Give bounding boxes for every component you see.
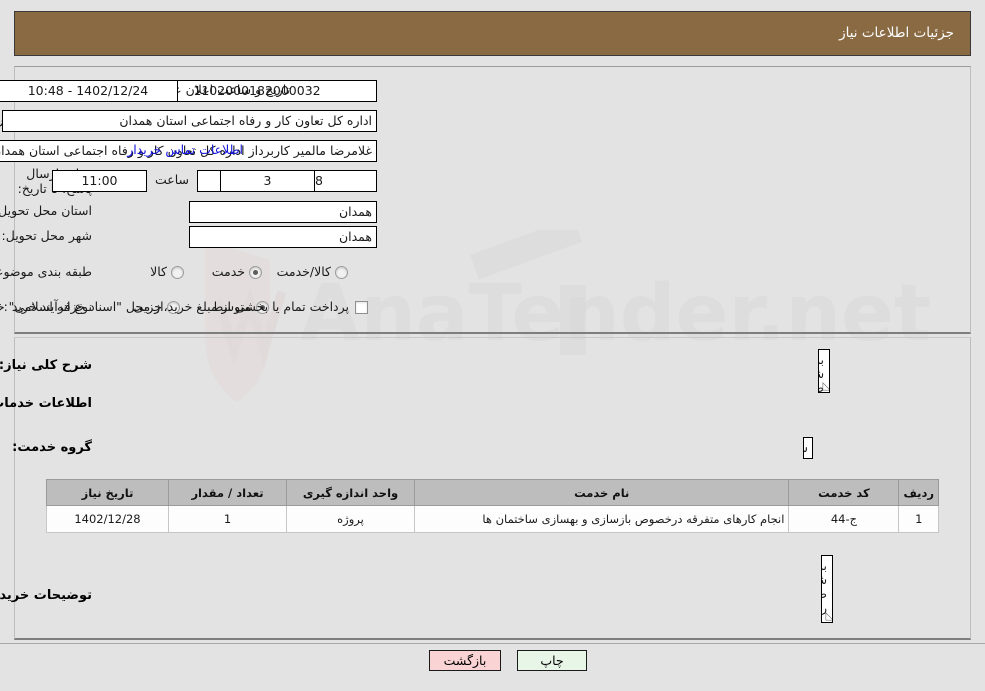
deadline-hour-value: 11:00 <box>52 170 147 192</box>
cell-row: 1 <box>898 505 939 533</box>
treasury-bonds-checkbox[interactable] <box>355 301 368 314</box>
services-table: ردیف کد خدمت نام خدمت واحد اندازه گیری ت… <box>46 479 939 533</box>
buyer-org-value: اداره کل تعاون کار و رفاه اجتماعی استان … <box>2 110 377 132</box>
services-heading: اطلاعات خدمات مورد نیاز <box>0 396 92 411</box>
hour-label: ساعت <box>154 172 189 187</box>
th-need-date: تاریخ نیاز <box>46 479 169 506</box>
buyer-contact-link[interactable]: اطلاعات تماس خریدار <box>127 142 243 157</box>
th-name: نام خدمت <box>413 479 790 506</box>
cell-unit: پروژه <box>286 505 415 533</box>
service-group-value: ساختمان <box>803 437 813 459</box>
footer-divider <box>0 643 985 644</box>
cell-code: ج-44 <box>788 505 900 533</box>
resize-grip-icon[interactable]: ◺ <box>821 380 829 391</box>
buyer-notes-label: توضیحات خریدار: <box>0 588 92 603</box>
radio-category-kala-khedmat-label: کالا/خدمت <box>276 264 331 279</box>
buyer-notes-textarea[interactable]: به شرح صورت ریز مندرج در برگه استعلام پی… <box>821 555 833 623</box>
delivery-province-label: استان محل تحویل: <box>0 203 92 218</box>
cell-name: انجام کارهای متفرقه درخصوص بازسازی و بهس… <box>413 505 790 533</box>
delivery-province-value: همدان <box>189 201 377 223</box>
print-button[interactable]: چاپ <box>517 650 587 671</box>
table-header-row: ردیف کد خدمت نام خدمت واحد اندازه گیری ت… <box>46 479 939 506</box>
back-button[interactable]: بازگشت <box>429 650 501 671</box>
summary-label: شرح کلی نیاز: <box>0 358 92 373</box>
resize-grip-icon-2[interactable]: ◺ <box>824 610 832 621</box>
category-label: طبقه بندی موضوعی: <box>0 264 92 279</box>
summary-textarea[interactable]: به شرح صورت ریز مندرج در برگه استعلام پی… <box>818 349 830 393</box>
treasury-bonds-label: پرداخت تمام یا بخشی از مبلغ خرید،از محل … <box>0 299 349 314</box>
announce-datetime-value: 1402/12/24 - 10:48 <box>0 80 178 102</box>
table-row: 1 ج-44 انجام کارهای متفرقه درخصوص بازساز… <box>46 505 939 533</box>
cell-need-date: 1402/12/28 <box>46 505 169 533</box>
delivery-city-value: همدان <box>189 226 377 248</box>
th-code: کد خدمت <box>788 479 900 506</box>
th-unit: واحد اندازه گیری <box>286 479 415 506</box>
service-group-label: گروه خدمت: <box>12 440 92 455</box>
page-root: AnaTender.net جزئیات اطلاعات نیاز شماره … <box>0 0 985 691</box>
radio-category-kala-khedmat[interactable] <box>335 266 348 279</box>
page-header: جزئیات اطلاعات نیاز <box>14 11 971 56</box>
th-row: ردیف <box>898 479 939 506</box>
remaining-days-value: 3 <box>220 170 315 192</box>
th-quantity: تعداد / مقدار <box>168 479 287 506</box>
radio-category-khedmat[interactable] <box>249 266 262 279</box>
radio-category-kala[interactable] <box>171 266 184 279</box>
cell-quantity: 1 <box>168 505 287 533</box>
delivery-city-label: شهر محل تحویل: <box>1 228 92 243</box>
need-info-panel <box>14 66 971 334</box>
page-title: جزئیات اطلاعات نیاز <box>839 25 954 41</box>
radio-category-kala-label: کالا <box>150 264 167 279</box>
radio-category-khedmat-label: خدمت <box>211 264 245 279</box>
